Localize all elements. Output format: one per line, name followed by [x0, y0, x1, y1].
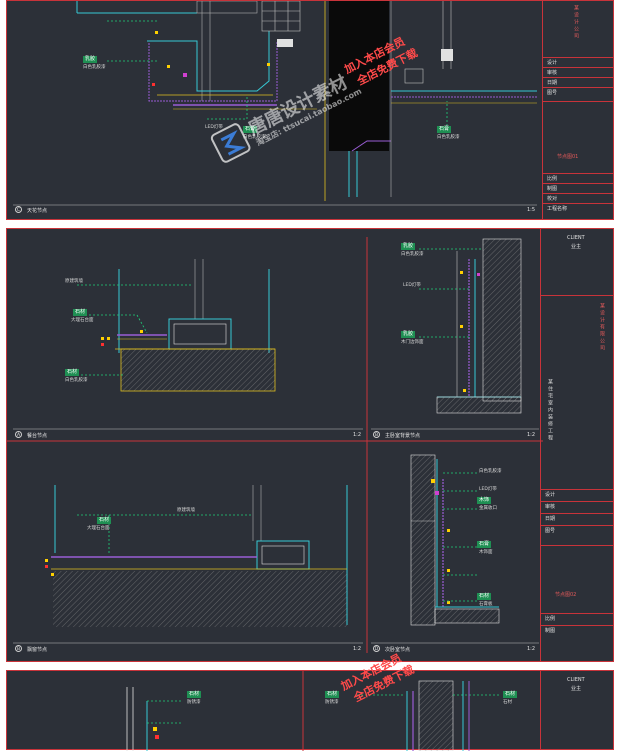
ceiling-detail-linework — [13, 1, 537, 206]
annotation: LED灯带 — [479, 487, 497, 492]
material-tag: 乳胶 — [401, 243, 416, 250]
material-tag: 木饰 — [477, 497, 492, 504]
annotation: 白色乳胶漆 — [401, 252, 424, 257]
detail-scale: 1:2 — [527, 432, 536, 438]
tb-row: 工程名称 — [547, 206, 568, 212]
detail-caption: 主卧室背景节点 — [385, 433, 421, 439]
material-tag: 乳胶 — [401, 331, 416, 338]
material-tag: 石材 — [97, 517, 112, 524]
annotation: 大理石台面 — [87, 526, 110, 531]
tb-row: 比例 — [547, 176, 558, 182]
material-tag: 石材 — [477, 593, 492, 600]
annotation: 白色乳胶漆 — [65, 378, 88, 383]
detail-linework — [126, 671, 501, 751]
annotation: 石膏板 — [479, 602, 493, 607]
tb-row: 制图 — [545, 628, 556, 634]
detail-scale: 1:5 — [527, 207, 536, 213]
tb-row: 审核 — [547, 70, 558, 76]
detail-letter-circle: A — [15, 431, 22, 438]
tb-row: 图号 — [547, 90, 558, 96]
tb-row: 设计 — [547, 60, 558, 66]
material-note: 白色乳胶漆 — [243, 135, 266, 140]
annotation: 金属收口 — [479, 506, 497, 511]
client-value: 业主 — [571, 686, 582, 692]
title-block: CLIENT 业主 — [540, 671, 613, 749]
annotation: 木饰面 — [479, 550, 493, 555]
material-tag: 石材 — [503, 691, 518, 698]
tb-row: 制图 — [547, 186, 558, 192]
client-label: CLIENT — [567, 677, 585, 683]
detail-scale: 1:2 — [527, 646, 536, 652]
annotation: 石材 — [503, 700, 512, 705]
sheet-title: 节点图01 — [557, 154, 579, 160]
material-tag: 石材 — [65, 369, 80, 376]
annotation: 原建筑墙 — [177, 508, 195, 513]
detail-caption: 餐台节点 — [27, 433, 48, 439]
material-tag: 石膏 — [437, 126, 452, 133]
annotation: 原建筑墙 — [65, 279, 83, 284]
company-name: 某设计有限公司 — [599, 303, 605, 352]
detail-scale: 1:2 — [353, 646, 362, 652]
drawing-sheet-3: 石材 防锈漆 石材 防锈漆 石材 石材 CLIENT 业主 — [6, 670, 614, 751]
detail-letter-circle: B — [15, 645, 22, 652]
tb-row: 日期 — [547, 80, 558, 86]
tb-row: 图号 — [545, 528, 556, 534]
material-tag: 石材 — [73, 309, 88, 316]
tb-row: 校对 — [547, 196, 558, 202]
tb-row: 设计 — [545, 492, 556, 498]
drawing-sheet-1: 乳胶 白色乳胶漆 石膏 白色乳胶漆 LED灯带 石膏 白色乳胶漆 C 天花节点 … — [6, 0, 614, 220]
tb-row: 审核 — [545, 504, 556, 510]
client-value: 业主 — [571, 244, 582, 250]
annotation: 大理石台面 — [71, 318, 94, 323]
annotation: 木门边饰面 — [401, 340, 424, 345]
project-name: 某住宅室内装修工程 — [547, 379, 553, 442]
material-tag: 乳胶 — [83, 56, 98, 63]
material-tag: 石膏 — [477, 541, 492, 548]
material-tag: 石材 — [187, 691, 202, 698]
title-block: 某设计公司 设计 审核 日期 图号 节点图01 比例 制图 校对 工程名称 — [542, 1, 613, 219]
detail-linework — [7, 237, 543, 653]
tb-row: 比例 — [545, 616, 556, 622]
sheet-title: 节点图02 — [555, 592, 577, 598]
annotation: 白色乳胶漆 — [479, 469, 502, 474]
material-note: 白色乳胶漆 — [83, 65, 106, 70]
tb-row: 日期 — [545, 516, 556, 522]
detail-letter-circle: C — [15, 206, 22, 213]
detail-caption: 天花节点 — [27, 208, 48, 214]
material-note: 白色乳胶漆 — [437, 135, 460, 140]
title-block: CLIENT 业主 某设计有限公司 某住宅室内装修工程 设计 审核 日期 图号 … — [540, 229, 613, 661]
detail-scale: 1:2 — [353, 432, 362, 438]
client-label: CLIENT — [567, 235, 585, 241]
annotation: 防锈漆 — [187, 700, 201, 705]
drawing-sheet-2: 原建筑墙 石材 大理石台面 石材 白色乳胶漆 乳胶 白色乳胶漆 LED灯带 乳胶… — [6, 228, 614, 662]
material-tag: 石膏 — [243, 126, 258, 133]
led-strip-note: LED灯带 — [205, 125, 223, 130]
detail-caption: 飘窗节点 — [27, 647, 48, 653]
company-name: 某设计公司 — [573, 5, 579, 40]
annotation: LED灯带 — [403, 283, 421, 288]
detail-letter-circle: B — [373, 431, 380, 438]
detail-letter-circle: D — [373, 645, 380, 652]
